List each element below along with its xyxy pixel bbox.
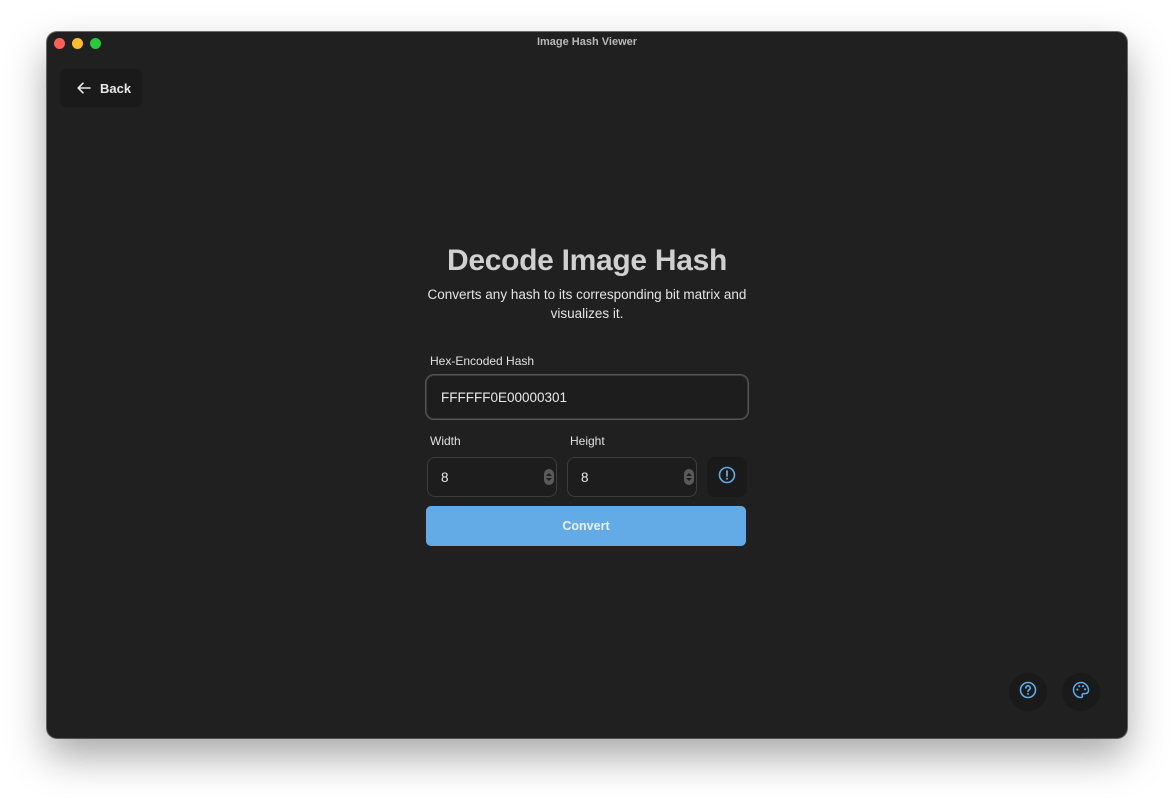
width-field-label: Width	[430, 434, 461, 448]
height-field-label: Height	[570, 434, 605, 448]
height-value: 8	[581, 469, 589, 485]
back-button-label: Back	[100, 80, 132, 96]
page-subtitle: Converts any hash to its corresponding b…	[426, 285, 748, 323]
subtitle-line-1: Converts any hash to its corresponding b…	[427, 287, 747, 302]
width-stepper[interactable]	[544, 469, 554, 485]
arrow-left-icon	[77, 82, 91, 94]
theme-button[interactable]	[1062, 673, 1100, 711]
app-window: Image Hash Viewer Back Decode Image Hash…	[47, 32, 1127, 738]
hash-field-label: Hex-Encoded Hash	[430, 354, 535, 368]
window-title: Image Hash Viewer	[536, 36, 638, 48]
hash-input[interactable]	[426, 375, 748, 419]
convert-button[interactable]: Convert	[426, 506, 746, 546]
palette-icon	[1072, 681, 1090, 704]
question-circle-icon	[1019, 681, 1037, 704]
title-bar: Image Hash Viewer	[47, 32, 1127, 54]
help-button[interactable]	[1009, 673, 1047, 711]
decode-panel: Decode Image Hash Converts any hash to i…	[426, 244, 748, 546]
page-title: Decode Image Hash	[446, 244, 727, 277]
back-button[interactable]: Back	[60, 69, 142, 107]
width-value: 8	[441, 469, 449, 485]
width-input[interactable]: 8	[427, 457, 557, 497]
height-input[interactable]: 8	[567, 457, 697, 497]
height-stepper[interactable]	[684, 469, 694, 485]
alert-circle-icon	[718, 466, 736, 489]
info-button[interactable]	[707, 457, 747, 497]
subtitle-line-2: visualizes it.	[550, 306, 624, 321]
